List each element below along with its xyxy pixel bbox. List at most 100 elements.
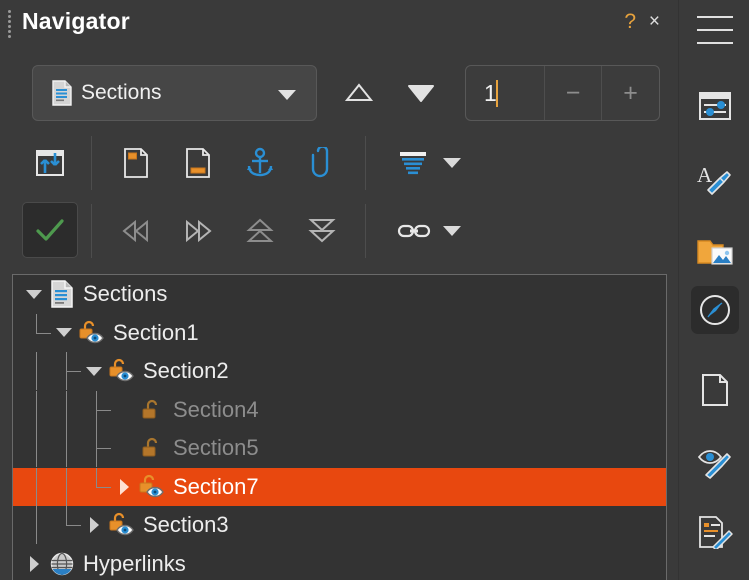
page-title: Navigator <box>22 8 130 35</box>
tree-expander-expand-icon[interactable] <box>21 545 47 580</box>
header-button[interactable] <box>111 138 161 188</box>
tree-expander-expand-icon[interactable] <box>81 506 107 545</box>
page-decrement-button[interactable]: − <box>545 66 602 120</box>
navigator-deck: Navigator ? × Sections <box>0 0 678 580</box>
content-type-value: Sections <box>81 81 162 105</box>
svg-text:A: A <box>697 163 713 187</box>
sidebar-settings-hamburger-icon[interactable] <box>697 16 733 44</box>
tree-indent-spacer <box>13 486 21 487</box>
navigator-content-tree[interactable]: Sections Section1Section2Section4 Section5… <box>12 274 667 580</box>
sections-document-icon <box>51 80 73 106</box>
sidebar-item-styles[interactable]: A <box>691 155 739 203</box>
tree-indent-spacer <box>13 525 21 526</box>
tree-expander-collapse-icon[interactable] <box>21 275 47 314</box>
set-reminder-button[interactable] <box>297 138 347 188</box>
styles-brush-icon: A <box>696 162 734 196</box>
sidebar-item-page[interactable] <box>691 366 739 414</box>
drag-mode-button[interactable] <box>385 206 443 256</box>
gallery-folder-image-icon <box>696 236 734 268</box>
sidebar-item-style-inspector[interactable] <box>691 438 739 486</box>
tree-guide-line <box>81 468 111 506</box>
section-unlocked-visible-icon <box>107 511 137 539</box>
properties-icon <box>697 90 733 122</box>
navigator-panel-window: Navigator ? × Sections <box>0 0 749 580</box>
anchor-button[interactable] <box>235 138 285 188</box>
heading-levels-chevron-down-icon[interactable] <box>443 158 461 168</box>
drag-mode-icon <box>396 218 432 244</box>
demote-level-button[interactable] <box>297 206 347 256</box>
tree-row[interactable]: Section2 <box>13 352 666 391</box>
promote-chapter-button[interactable] <box>111 206 161 256</box>
tree-row-label: Section5 <box>173 437 259 459</box>
toolbar-separator <box>91 204 92 258</box>
tree-guide-line <box>51 429 81 467</box>
sidebar-item-gallery[interactable] <box>691 228 739 276</box>
sidebar-item-properties[interactable] <box>691 82 739 130</box>
tree-row-label: Hyperlinks <box>83 553 186 575</box>
tree-indent-spacer <box>13 294 21 295</box>
tree-row-label: Sections <box>83 283 167 305</box>
tree-expander-expand-icon[interactable] <box>111 468 137 507</box>
navigate-previous-button[interactable] <box>342 80 376 106</box>
page-number-input[interactable]: 1 <box>466 66 545 120</box>
toggle-master-view-button[interactable] <box>25 138 75 188</box>
tree-row[interactable]: Hyperlinks <box>13 545 666 580</box>
demote-chapter-button[interactable] <box>173 206 223 256</box>
section-unlocked-visible-icon <box>107 357 137 385</box>
close-icon[interactable]: × <box>649 12 660 31</box>
navigator-compass-icon <box>698 293 732 327</box>
sections-document-icon <box>47 280 77 308</box>
content-navigation-view-button[interactable] <box>22 202 78 258</box>
tree-guide-line <box>21 506 51 544</box>
page-number-stepper[interactable]: 1 − + <box>465 65 660 121</box>
hyperlinks-globe-icon <box>47 550 77 578</box>
style-inspector-icon <box>696 445 734 479</box>
toolbar-separator <box>365 204 366 258</box>
tree-expander-collapse-icon[interactable] <box>81 352 107 391</box>
page-icon <box>700 373 730 407</box>
tree-indent-spacer <box>13 448 21 449</box>
help-icon[interactable]: ? <box>624 11 636 32</box>
promote-chapter-icon <box>119 216 153 246</box>
heading-levels-icon <box>397 147 431 179</box>
promote-level-icon <box>243 216 277 246</box>
tree-expander-placeholder <box>111 429 137 468</box>
tree-guide-line <box>51 468 81 506</box>
section-unlocked-icon <box>137 396 167 424</box>
tree-expander-collapse-icon[interactable] <box>51 314 77 353</box>
tree-row-label: Section3 <box>143 514 229 536</box>
tree-guide-line <box>21 391 51 429</box>
tree-row[interactable]: Section4 <box>13 391 666 430</box>
panel-drag-grip[interactable] <box>7 10 11 38</box>
section-unlocked-icon <box>137 434 167 462</box>
promote-level-button[interactable] <box>235 206 285 256</box>
section-unlocked-visible-icon <box>137 473 167 501</box>
tree-guide-line <box>51 391 81 429</box>
anchor-icon <box>245 147 275 179</box>
drag-mode-chevron-down-icon[interactable] <box>443 226 461 236</box>
footer-button[interactable] <box>173 138 223 188</box>
reminder-icon <box>310 147 334 179</box>
content-type-dropdown[interactable]: Sections <box>32 65 317 121</box>
tree-row[interactable]: Section3 <box>13 506 666 545</box>
demote-chapter-icon <box>181 216 215 246</box>
section-unlocked-visible-icon <box>77 319 107 347</box>
heading-levels-button[interactable] <box>385 138 443 188</box>
sidebar-item-manage-changes[interactable] <box>691 508 739 556</box>
sidebar-tab-rail: A <box>678 0 749 580</box>
tree-row[interactable]: Section7 <box>13 468 666 507</box>
tree-row[interactable]: Section1 <box>13 314 666 353</box>
toolbar-separator <box>91 136 92 190</box>
tree-row[interactable]: Sections <box>13 275 666 314</box>
tree-guide-line <box>21 429 51 467</box>
navigator-titlebar: Navigator ? × <box>0 0 678 50</box>
tree-indent-spacer <box>13 332 21 333</box>
chevron-down-icon <box>278 90 296 100</box>
tree-guide-line <box>21 352 51 390</box>
tree-guide-line <box>81 429 111 467</box>
tree-row[interactable]: Section5 <box>13 429 666 468</box>
page-increment-button[interactable]: + <box>602 66 659 120</box>
sidebar-item-navigator[interactable] <box>691 286 739 334</box>
tree-guide-line <box>51 506 81 544</box>
navigate-next-button[interactable] <box>404 80 438 106</box>
